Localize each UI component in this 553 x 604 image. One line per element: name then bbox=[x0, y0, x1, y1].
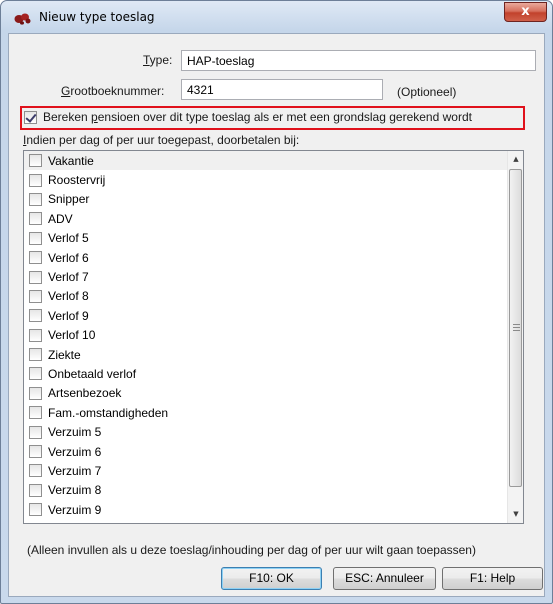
list-item[interactable]: Verzuim 5 bbox=[24, 422, 508, 441]
list-item-label: Vakantie bbox=[48, 153, 94, 168]
list-item[interactable]: Verlof 7 bbox=[24, 267, 508, 286]
close-button[interactable]: x bbox=[504, 2, 547, 22]
type-label: Type: bbox=[143, 53, 173, 67]
close-icon: x bbox=[521, 4, 530, 19]
list-item-label: Ziekte bbox=[48, 347, 81, 362]
list-item-label: Verzuim 7 bbox=[48, 463, 102, 478]
list-item-label: Verlof 8 bbox=[48, 289, 89, 304]
type-value: HAP-toeslag bbox=[187, 54, 255, 68]
list-item-checkbox[interactable] bbox=[29, 328, 42, 342]
dialog-body: Type: HAP-toeslag Grootboeknummer: 4321 … bbox=[8, 33, 545, 597]
list-item-checkbox[interactable] bbox=[29, 503, 42, 517]
list-item-label: Verzuim 5 bbox=[48, 425, 102, 440]
list-item-checkbox[interactable] bbox=[29, 425, 42, 439]
list-item-label: Verlof 10 bbox=[48, 328, 96, 343]
title-bar[interactable]: Nieuw type toeslag x bbox=[1, 1, 552, 33]
list-item[interactable]: Verlof 5 bbox=[24, 229, 508, 248]
grip-line bbox=[513, 327, 520, 328]
list-item[interactable]: Verlof 6 bbox=[24, 248, 508, 267]
scroll-down-arrow-icon[interactable]: ▼ bbox=[508, 506, 524, 523]
list-item-checkbox[interactable] bbox=[29, 192, 42, 206]
ledger-input[interactable]: 4321 bbox=[181, 79, 383, 100]
list-item-label: Verlof 5 bbox=[48, 231, 89, 246]
list-item-checkbox[interactable] bbox=[29, 483, 42, 497]
ledger-hint: (Optioneel) bbox=[397, 85, 457, 99]
scroll-thumb[interactable] bbox=[509, 169, 522, 487]
list-item-checkbox[interactable] bbox=[29, 367, 42, 381]
list-item[interactable]: Verlof 8 bbox=[24, 287, 508, 306]
red-paw-icon bbox=[14, 13, 31, 25]
list-item-checkbox[interactable] bbox=[29, 173, 42, 187]
list-item-label: ADV bbox=[48, 211, 73, 226]
list-item-label: Verlof 6 bbox=[48, 250, 89, 265]
ledger-value: 4321 bbox=[187, 83, 214, 97]
list-item-checkbox[interactable] bbox=[29, 386, 42, 400]
cancel-button[interactable]: ESC: Annuleer bbox=[333, 567, 436, 590]
list-item-checkbox[interactable] bbox=[29, 445, 42, 459]
list-item[interactable]: Ziekte bbox=[24, 345, 508, 364]
list-item-checkbox[interactable] bbox=[29, 212, 42, 226]
list-item-label: Verlof 9 bbox=[48, 308, 89, 323]
list-item-checkbox[interactable] bbox=[29, 231, 42, 245]
list-caption: Indien per dag of per uur toegepast, doo… bbox=[23, 133, 300, 147]
list-item[interactable]: Verzuim 7 bbox=[24, 461, 508, 480]
list-item-checkbox[interactable] bbox=[29, 309, 42, 323]
list-item[interactable]: Verlof 9 bbox=[24, 306, 508, 325]
list-item[interactable]: Verzuim 9 bbox=[24, 500, 508, 519]
list-item-label: Snipper bbox=[48, 192, 90, 207]
leave-type-items: Vakantie Roostervrij Snipper ADV Verlof … bbox=[24, 151, 508, 523]
list-scrollbar[interactable]: ▲ ▼ bbox=[507, 151, 523, 523]
list-item-checkbox[interactable] bbox=[29, 251, 42, 265]
help-button[interactable]: F1: Help bbox=[442, 567, 543, 590]
list-item-label: Onbetaald verlof bbox=[48, 366, 137, 381]
list-item[interactable]: Onbetaald verlof bbox=[24, 364, 508, 383]
list-item-label: Verzuim 8 bbox=[48, 483, 102, 498]
list-item-label: Artsenbezoek bbox=[48, 386, 122, 401]
leave-type-list[interactable]: Vakantie Roostervrij Snipper ADV Verlof … bbox=[23, 150, 524, 524]
grip-line bbox=[513, 324, 520, 325]
list-item-checkbox[interactable] bbox=[29, 154, 42, 168]
list-item-checkbox[interactable] bbox=[29, 348, 42, 362]
scroll-up-arrow-icon[interactable]: ▲ bbox=[508, 151, 524, 168]
list-item[interactable]: Vakantie bbox=[24, 151, 508, 171]
grip-line bbox=[513, 330, 520, 331]
list-item-label: Verzuim 9 bbox=[48, 502, 102, 517]
list-item[interactable]: Roostervrij bbox=[24, 170, 508, 189]
list-item-checkbox[interactable] bbox=[29, 406, 42, 420]
ledger-label: Grootboeknummer: bbox=[61, 84, 165, 98]
list-item[interactable]: Artsenbezoek bbox=[24, 384, 508, 403]
list-item[interactable]: Verlof 10 bbox=[24, 326, 508, 345]
list-item[interactable]: Verzuim 6 bbox=[24, 442, 508, 461]
list-item-label: Fam.-omstandigheden bbox=[48, 405, 169, 420]
window-title: Nieuw type toeslag bbox=[39, 10, 155, 24]
list-item-checkbox[interactable] bbox=[29, 289, 42, 303]
pension-checkbox-label: Bereken pensioen over dit type toeslag a… bbox=[43, 110, 472, 124]
list-item[interactable]: ADV bbox=[24, 209, 508, 228]
pension-checkbox[interactable] bbox=[24, 110, 37, 124]
list-item[interactable]: Snipper bbox=[24, 190, 508, 209]
list-item-label: Verzuim 6 bbox=[48, 444, 102, 459]
type-input[interactable]: HAP-toeslag bbox=[181, 50, 536, 71]
pension-checkbox-row[interactable]: Bereken pensioen over dit type toeslag a… bbox=[24, 110, 472, 124]
list-item-label: Roostervrij bbox=[48, 173, 106, 188]
list-item-checkbox[interactable] bbox=[29, 464, 42, 478]
dialog-window: Nieuw type toeslag x Type: HAP-toeslag G… bbox=[0, 0, 553, 604]
list-item[interactable]: Verzuim 8 bbox=[24, 481, 508, 500]
ok-button[interactable]: F10: OK bbox=[221, 567, 322, 590]
footer-note: (Alleen invullen als u deze toeslag/inho… bbox=[27, 543, 476, 557]
list-item-label: Verlof 7 bbox=[48, 270, 89, 285]
list-item-checkbox[interactable] bbox=[29, 270, 42, 284]
list-item[interactable]: Fam.-omstandigheden bbox=[24, 403, 508, 422]
